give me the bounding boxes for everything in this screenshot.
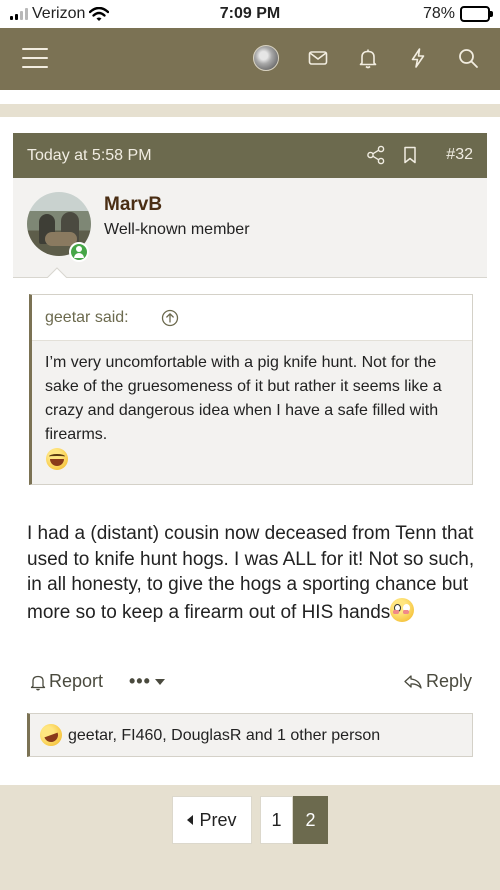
flushed-emoji-icon	[390, 597, 415, 622]
quote-text: I’m very uncomfortable with a pig knife …	[45, 354, 442, 443]
battery-icon	[460, 6, 493, 22]
online-status-icon	[69, 242, 89, 262]
report-button[interactable]: Report	[30, 671, 103, 692]
author-pointer	[46, 267, 68, 279]
page-2-button[interactable]: 2	[293, 796, 328, 844]
user-avatar[interactable]	[253, 45, 279, 71]
header-spacer	[0, 90, 500, 104]
laughing-emoji-icon	[46, 448, 68, 470]
status-bar: Verizon 7:09 PM 78%	[0, 0, 500, 28]
rofl-emoji-icon	[36, 720, 66, 750]
lightning-icon[interactable]	[406, 46, 430, 70]
post-header: Today at 5:58 PM #32	[13, 133, 487, 178]
quote-block: geetar said: I’m very uncomfortable with…	[29, 294, 473, 485]
battery-status: 78%	[422, 5, 493, 23]
report-label: Report	[49, 671, 104, 691]
author-title: Well-known member	[104, 221, 250, 238]
more-dots: •••	[129, 671, 151, 691]
prev-label: Prev	[199, 809, 237, 830]
page-background	[0, 104, 500, 117]
caret-down-icon	[154, 678, 165, 685]
search-icon[interactable]	[456, 46, 480, 70]
reactions-bar[interactable]: geetar, FI460, DouglasR and 1 other pers…	[27, 713, 473, 757]
jump-to-quote-icon[interactable]	[161, 309, 179, 327]
quote-header: geetar said:	[32, 295, 472, 341]
battery-percent: 78%	[422, 5, 455, 22]
menu-icon[interactable]	[22, 48, 48, 68]
author-block: MarvB Well-known member	[13, 178, 487, 278]
post-message: I had a (distant) cousin now deceased fr…	[27, 521, 477, 625]
post-number[interactable]: #32	[446, 146, 473, 164]
mail-icon[interactable]	[306, 46, 330, 70]
bell-icon[interactable]	[356, 46, 380, 70]
quote-author[interactable]: geetar said:	[45, 309, 129, 327]
more-options-button[interactable]: •••	[129, 671, 165, 692]
bookmark-icon[interactable]	[400, 145, 420, 165]
reactions-list[interactable]: geetar, FI460, DouglasR and 1 other pers…	[68, 727, 380, 745]
prev-page-button[interactable]: Prev	[172, 796, 252, 844]
top-navigation	[0, 28, 500, 90]
reply-label: Reply	[425, 671, 472, 691]
caret-left-icon	[187, 815, 194, 825]
author-name[interactable]: MarvB	[104, 194, 162, 216]
share-icon[interactable]	[366, 145, 386, 165]
reply-button[interactable]: Reply	[403, 671, 472, 692]
bell-outline-icon	[30, 675, 46, 690]
post-date[interactable]: Today at 5:58 PM	[27, 147, 152, 165]
page-1-button[interactable]: 1	[260, 796, 293, 844]
pagination: Prev 1 2	[0, 785, 500, 890]
reply-icon	[404, 674, 422, 689]
